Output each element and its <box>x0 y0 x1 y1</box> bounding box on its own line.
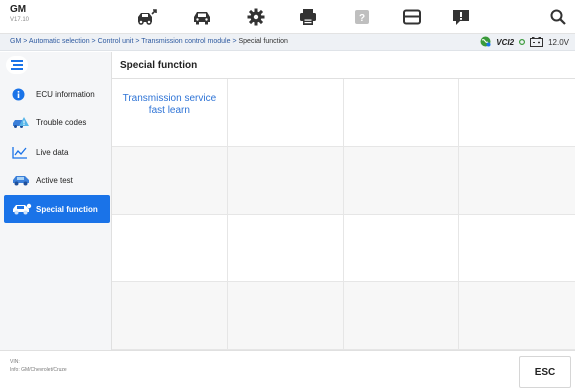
page-title: Special function <box>120 60 198 71</box>
printer-icon[interactable] <box>296 5 320 29</box>
function-tile-transmission-service-fast-learn[interactable]: Transmission service fast learn <box>112 79 228 147</box>
grid-cell-empty <box>343 146 460 215</box>
brand: GM V17.10 <box>10 4 30 24</box>
breadcrumb-item[interactable]: Transmission control module <box>141 38 230 45</box>
grid-cell-empty <box>227 282 344 350</box>
line-chart-icon <box>12 146 34 159</box>
vehicle-info-text: Info: GM/Chevrolet/Cruze <box>10 367 67 373</box>
breadcrumb-item[interactable]: Automatic selection <box>29 38 90 45</box>
grid-cell-empty <box>112 282 228 350</box>
special-function-car-icon <box>12 203 34 215</box>
sidebar-item-ecu-information[interactable]: ECU information <box>4 80 110 108</box>
connection-status: VCI2 12.0V <box>480 36 569 49</box>
folder-icon[interactable] <box>400 5 424 29</box>
vci-label: VCI2 <box>496 38 515 47</box>
sidebar-item-label: Special function <box>36 204 98 214</box>
vci-connected-icon <box>519 38 526 47</box>
grid-cell-empty <box>459 282 575 350</box>
battery-icon <box>530 36 544 49</box>
breadcrumb-separator: > <box>91 38 96 45</box>
settings-gear-icon[interactable] <box>244 5 268 29</box>
grid-cell-empty <box>343 282 460 350</box>
car-test-icon <box>12 174 34 186</box>
breadcrumb-bar: GM > Automatic selection > Control unit … <box>0 34 575 51</box>
network-globe-icon <box>480 36 491 49</box>
sidebar-item-label: Active test <box>36 175 73 185</box>
grid-cell-empty <box>227 214 344 283</box>
breadcrumb-item[interactable]: GM <box>10 38 21 45</box>
function-tile-label: Transmission service fast learn <box>122 93 217 116</box>
trouble-code-car-icon <box>12 116 34 129</box>
grid-cell-empty <box>227 79 344 147</box>
sidebar: ECU information Trouble codes Live data … <box>0 52 112 350</box>
top-toolbar: GM V17.10 ? <box>0 0 575 34</box>
grid-cell-empty <box>459 214 575 283</box>
voltage-readout: 12.0V <box>548 38 569 47</box>
grid-cell-empty <box>343 214 460 283</box>
grid-cell-empty <box>459 79 575 147</box>
search-icon[interactable] <box>546 5 570 29</box>
grid-cell-empty <box>112 214 228 283</box>
breadcrumb-current: Special function <box>238 38 288 45</box>
grid-cell-empty <box>112 146 228 215</box>
svg-text:?: ? <box>359 13 365 24</box>
help-icon[interactable]: ? <box>350 5 374 29</box>
vehicle-diagnose-icon[interactable] <box>135 5 159 29</box>
breadcrumb-item[interactable]: Control unit <box>98 38 134 45</box>
vehicle-info: VIN: Info: GM/Chevrolet/Cruze <box>10 358 67 374</box>
breadcrumb-separator: > <box>232 38 237 45</box>
sidebar-item-trouble-codes[interactable]: Trouble codes <box>4 108 110 136</box>
bottom-bar: VIN: Info: GM/Chevrolet/Cruze ESC <box>0 350 575 391</box>
car-icon[interactable] <box>190 5 214 29</box>
grid-cell-empty <box>343 79 460 147</box>
function-grid: Transmission service fast learn <box>112 78 575 350</box>
info-icon <box>12 88 34 101</box>
grid-cell-empty <box>227 146 344 215</box>
breadcrumb-separator: > <box>135 38 140 45</box>
vin-label: VIN: <box>10 359 20 365</box>
sidebar-item-active-test[interactable]: Active test <box>4 166 110 194</box>
feedback-icon[interactable] <box>449 5 473 29</box>
main-panel: Special function Transmission service fa… <box>112 52 575 350</box>
esc-button[interactable]: ESC <box>519 356 571 388</box>
grid-cell-empty <box>459 146 575 215</box>
sidebar-item-live-data[interactable]: Live data <box>4 138 110 166</box>
sidebar-item-label: ECU information <box>36 89 95 99</box>
sidebar-item-label: Live data <box>36 147 69 157</box>
sidebar-item-label: Trouble codes <box>36 117 87 127</box>
sidebar-item-special-function[interactable]: Special function <box>4 195 110 223</box>
menu-toggle-icon[interactable] <box>6 56 28 74</box>
software-version: V17.10 <box>10 17 30 23</box>
breadcrumb: GM > Automatic selection > Control unit … <box>10 38 288 45</box>
brand-name: GM <box>10 4 27 15</box>
breadcrumb-separator: > <box>23 38 28 45</box>
